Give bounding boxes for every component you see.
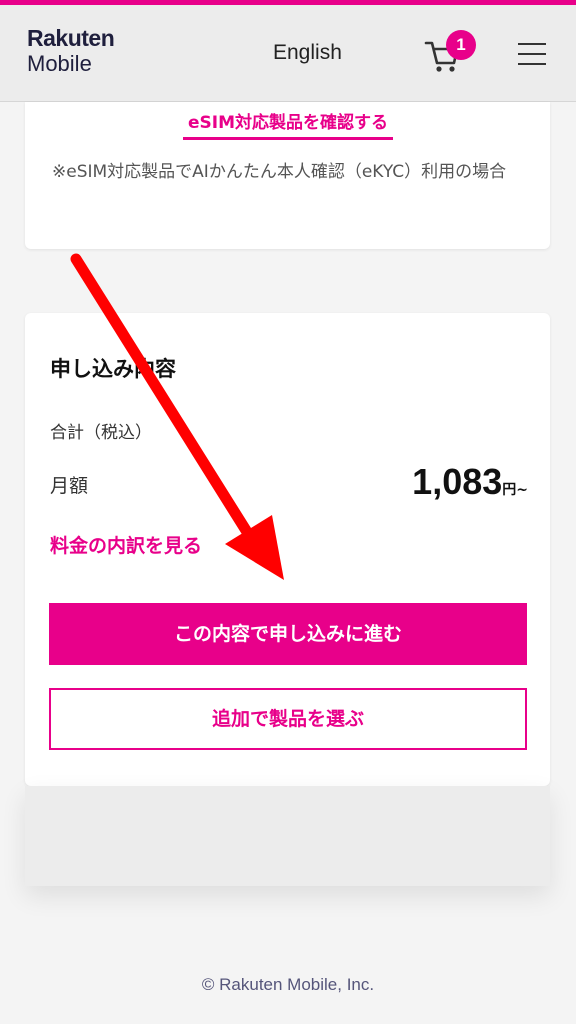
price-unit: 円~	[502, 482, 528, 498]
proceed-application-button[interactable]: この内容で申し込みに進む	[49, 603, 527, 665]
price-breakdown-link[interactable]: 料金の内訳を見る	[50, 531, 202, 558]
logo-line1: Rakuten	[27, 25, 115, 51]
esim-info-card: eSIM対応製品を確認する ※eSIM対応製品でAIかんたん本人確認（eKYC）…	[25, 102, 550, 249]
rakuten-mobile-logo[interactable]: Rakuten Mobile	[27, 25, 115, 76]
esim-note-text: ※eSIM対応製品でAIかんたん本人確認（eKYC）利用の場合	[52, 162, 507, 182]
esim-products-link[interactable]: eSIM対応製品を確認する	[183, 108, 393, 140]
logo-line2: Mobile	[27, 51, 92, 76]
language-switch-link[interactable]: English	[273, 41, 342, 65]
hamburger-menu-icon[interactable]	[518, 43, 546, 67]
monthly-label: 月額	[50, 475, 89, 497]
site-header: Rakuten Mobile English 1	[0, 5, 576, 102]
add-products-button[interactable]: 追加で製品を選ぶ	[49, 688, 527, 750]
cart-count-badge: 1	[446, 30, 476, 60]
total-tax-included-label: 合計（税込）	[50, 423, 152, 443]
order-summary-card: 申し込み内容 合計（税込） 月額 1,083円~ 料金の内訳を見る この内容で申…	[25, 313, 550, 786]
lower-shadow-area	[25, 786, 550, 886]
price-value: 1,083	[412, 461, 503, 502]
footer-copyright: © Rakuten Mobile, Inc.	[201, 975, 375, 994]
summary-title: 申し込み内容	[50, 357, 176, 381]
monthly-price: 1,083円~	[412, 461, 528, 503]
